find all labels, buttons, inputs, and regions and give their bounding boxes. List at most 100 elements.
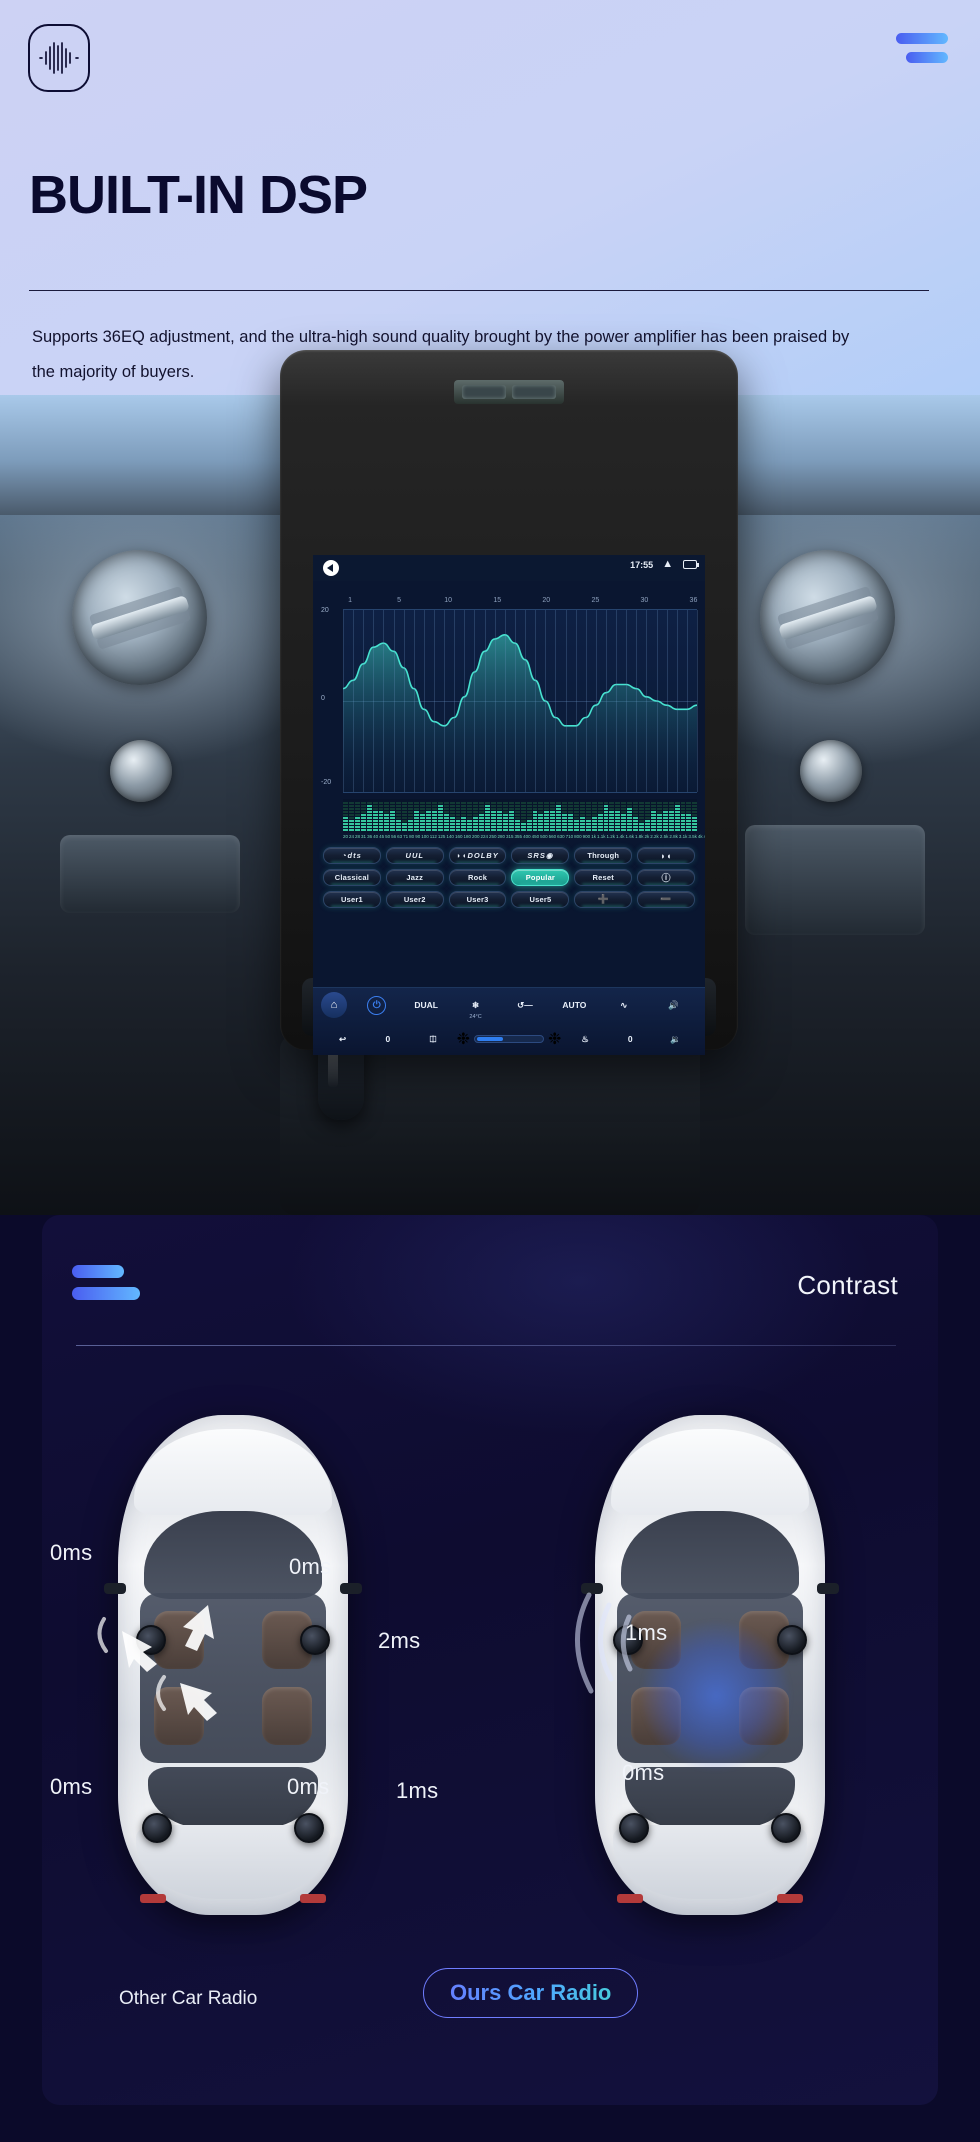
spectrum-segment	[449, 811, 455, 813]
spectrum-segment	[609, 805, 615, 807]
spectrum-segment	[354, 823, 360, 825]
spectrum-segment	[408, 826, 414, 828]
spectrum-segment	[573, 823, 579, 825]
eq-preset-popular[interactable]: Popular	[511, 869, 570, 886]
spectrum-bar	[419, 801, 425, 831]
eq-preset-through[interactable]: Through	[574, 847, 633, 864]
spectrum-bar	[633, 801, 639, 831]
spectrum-frequency-label: 900	[582, 834, 591, 839]
spectrum-segment	[585, 802, 591, 804]
spectrum-segment	[627, 823, 633, 825]
spectrum-segment	[431, 811, 437, 813]
spectrum-segment	[437, 826, 443, 828]
eq-preset-plus-icon[interactable]: ➕	[574, 891, 633, 908]
spectrum-segment	[449, 802, 455, 804]
eq-preset-user3[interactable]: User3	[448, 891, 507, 908]
spectrum-segment	[461, 802, 467, 804]
eq-preset-minus-icon[interactable]: ➖	[637, 891, 695, 908]
spectrum-segment	[508, 805, 514, 807]
eq-preset-srs[interactable]: SRS◉	[511, 847, 570, 864]
spectrum-segment	[378, 823, 384, 825]
spectrum-segment	[437, 820, 443, 822]
fan-speed-slider[interactable]: ❉ ❉	[457, 1029, 562, 1049]
spectrum-segment	[408, 817, 414, 819]
eq-gridline	[525, 610, 527, 792]
dual-label[interactable]: DUAL	[402, 1000, 449, 1010]
ours-car-radio-label[interactable]: Ours Car Radio	[423, 1968, 639, 2018]
right-temp-value[interactable]: 0	[609, 1034, 652, 1044]
spectrum-segment	[514, 826, 520, 828]
spectrum-bar	[639, 801, 645, 831]
eq-chart[interactable]: 1 5 10 15 20 25 30 36 20 0 -20	[321, 597, 698, 793]
climate-control-bar[interactable]: ⌂ ⏻ DUAL ❄ 24°C ↺— AUTO ∿ 🔊 ↩ 0 ⎅ ❉ ❉ ♨ …	[313, 987, 705, 1055]
auto-label[interactable]: AUTO	[551, 1000, 598, 1010]
spectrum-segment	[508, 814, 514, 816]
volume-down-icon[interactable]: 🔉	[654, 1034, 697, 1045]
heated-seat-icon[interactable]: ♨	[563, 1034, 606, 1045]
eq-preset-info-icon[interactable]: ⓘ	[637, 869, 695, 886]
spectrum-segment	[396, 826, 402, 828]
spectrum-bar	[467, 801, 473, 831]
eq-preset-speaker-balance-icon[interactable]: ◗◖	[637, 847, 695, 864]
eq-gridline	[423, 610, 425, 792]
eq-preset-buttons[interactable]: ◔dts UUL ◗◖DOLBY SRS◉ Through ◗◖ Classical Jazz…	[323, 847, 695, 908]
eq-preset-rock[interactable]: Rock	[448, 869, 507, 886]
spectrum-segment	[443, 814, 449, 816]
spectrum-segment	[425, 820, 431, 822]
spectrum-bar	[686, 801, 692, 831]
spectrum-bar	[597, 801, 603, 831]
defrost-icon[interactable]: ∿	[600, 1000, 647, 1011]
climate-row-bottom[interactable]: ↩ 0 ⎅ ❉ ❉ ♨ 0 🔉	[313, 1022, 705, 1055]
spectrum-segment	[485, 811, 491, 813]
spectrum-bar	[455, 801, 461, 831]
eq-gridline	[676, 610, 678, 792]
back-arrow-icon[interactable]	[323, 560, 339, 576]
eq-preset-user5[interactable]: User5	[511, 891, 570, 908]
spectrum-segment	[579, 808, 585, 810]
air-recirculate-icon[interactable]: ↺—	[501, 1000, 548, 1011]
spectrum-segment	[615, 829, 621, 831]
spectrum-segment	[461, 826, 467, 828]
snowflake-icon[interactable]: ❄ 24°C	[452, 1000, 499, 1020]
car-windshield	[621, 1511, 799, 1599]
spectrum-segment	[502, 802, 508, 804]
eq-preset-classical[interactable]: Classical	[323, 869, 381, 886]
spectrum-segment	[378, 802, 384, 804]
spectrum-bar	[650, 801, 656, 831]
chevron-up-icon[interactable]: ▲	[662, 559, 674, 570]
spectrum-segment	[662, 802, 668, 804]
eq-preset-reset[interactable]: Reset	[574, 869, 633, 886]
home-icon[interactable]: ⌂	[321, 992, 347, 1018]
eq-preset-jazz[interactable]: Jazz	[385, 869, 444, 886]
spectrum-segment	[686, 811, 692, 813]
power-button[interactable]: ⏻	[353, 995, 400, 1015]
eq-preset-uul[interactable]: UUL	[385, 847, 444, 864]
eq-gridline	[666, 610, 668, 792]
menu-bars-icon[interactable]	[896, 33, 948, 63]
eq-preset-user2[interactable]: User2	[385, 891, 444, 908]
spectrum-segment	[621, 808, 627, 810]
eq-preset-dts[interactable]: ◔dts	[323, 847, 381, 864]
spectrum-segment	[645, 823, 650, 825]
spectrum-segment	[550, 826, 556, 828]
eq-gridline	[373, 610, 375, 792]
contrast-menu-icon[interactable]	[72, 1265, 140, 1300]
preset-label: User2	[403, 895, 426, 904]
radio-dsp-screen[interactable]: 17:55 ▲ 1 5 10 15 20 25 30 36 20 0 -20 2…	[313, 555, 705, 1055]
spectrum-segment	[538, 817, 544, 819]
climate-row-top[interactable]: ⌂ ⏻ DUAL ❄ 24°C ↺— AUTO ∿ 🔊	[313, 988, 705, 1022]
seat-icon[interactable]: ⎅	[411, 1034, 454, 1045]
spectrum-frequency-label: 90	[415, 834, 421, 839]
eq-preset-user1[interactable]: User1	[323, 891, 381, 908]
eq-plot-area[interactable]	[343, 609, 698, 793]
back-arrow-icon[interactable]: ↩	[321, 1034, 364, 1045]
left-temp-value[interactable]: 0	[366, 1034, 409, 1044]
spectrum-segment	[425, 817, 431, 819]
spectrum-segment	[556, 814, 562, 816]
volume-up-icon[interactable]: 🔊	[650, 1000, 697, 1011]
fan-slider-track[interactable]	[474, 1035, 545, 1043]
eq-y-tick-mid: 0	[321, 695, 325, 702]
spectrum-segment	[514, 817, 520, 819]
spectrum-bar	[538, 801, 544, 831]
eq-preset-dolby[interactable]: ◗◖DOLBY	[448, 847, 507, 864]
